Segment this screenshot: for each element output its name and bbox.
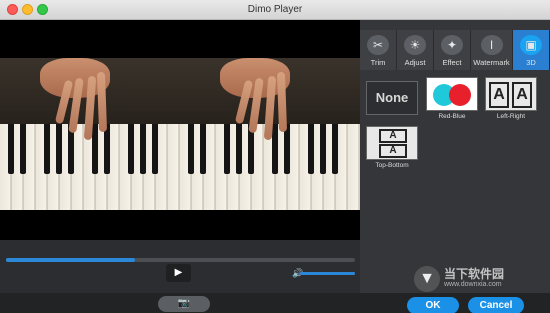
text-cursor-icon: I [480, 35, 503, 55]
camera-icon: 📷 [177, 298, 191, 309]
cancel-button[interactable]: Cancel [468, 297, 524, 313]
ok-button[interactable]: OK [407, 297, 459, 313]
footer-bar: 📷 OK Cancel [0, 293, 550, 313]
watermark-brand: 当下软件园 [444, 267, 505, 281]
tab-effect-label: Effect [442, 58, 462, 67]
tab-watermark[interactable]: I Watermark [471, 30, 513, 70]
window-title: Dimo Player [247, 4, 303, 15]
right-a-glyph: A [512, 82, 532, 108]
video-frame-left [0, 58, 180, 210]
mode-left-right-option[interactable]: A A [485, 77, 537, 111]
scissors-icon: ✂ [367, 35, 389, 55]
edit-panel: ✂ Trim ☀ Adjust ✦ Effect I Watermark ▣ 3… [360, 20, 550, 293]
watermark-url: www.downxia.com [444, 281, 502, 288]
tab-watermark-label: Watermark [473, 58, 510, 67]
3d-camera-icon: ▣ [520, 35, 542, 55]
watermark-logo-icon: ▼ [414, 266, 440, 292]
edit-tabs: ✂ Trim ☀ Adjust ✦ Effect I Watermark ▣ 3… [360, 30, 550, 70]
red-circle-icon [449, 84, 471, 106]
tab-trim-label: Trim [370, 58, 386, 67]
tab-3d[interactable]: ▣ 3D [513, 30, 550, 70]
top-a-glyph: A [379, 129, 407, 143]
bottom-a-glyph: A [379, 144, 407, 158]
snapshot-button[interactable]: 📷 [158, 296, 210, 312]
left-a-glyph: A [489, 82, 509, 108]
tab-effect[interactable]: ✦ Effect [434, 30, 471, 70]
mode-red-blue-option[interactable] [426, 77, 478, 111]
brightness-icon: ☀ [404, 35, 426, 55]
tab-adjust-label: Adjust [404, 58, 426, 67]
mode-top-bottom-option[interactable]: A A [366, 126, 418, 160]
mode-left-right-label: Left-Right [496, 113, 526, 120]
tab-3d-label: 3D [526, 58, 536, 67]
magic-wand-icon: ✦ [441, 35, 463, 55]
tab-adjust[interactable]: ☀ Adjust [397, 30, 434, 70]
seek-bar[interactable] [6, 258, 355, 262]
volume-slider[interactable] [300, 272, 355, 275]
mode-top-bottom-label: Top-Bottom [375, 162, 409, 169]
volume-level [300, 272, 355, 275]
seek-bar-progress [6, 258, 136, 262]
mode-red-blue-label: Red-Blue [438, 113, 466, 120]
video-preview [0, 20, 360, 240]
title-bar: Dimo Player [0, 0, 550, 20]
site-watermark: ▼ 当下软件园 www.downxia.com [414, 264, 544, 294]
playback-controls: ▶ 🔊 [0, 240, 360, 293]
mode-none-option[interactable]: None [366, 81, 418, 115]
video-frame-right [180, 58, 360, 210]
play-button[interactable]: ▶ [166, 264, 191, 282]
tab-trim[interactable]: ✂ Trim [360, 30, 397, 70]
